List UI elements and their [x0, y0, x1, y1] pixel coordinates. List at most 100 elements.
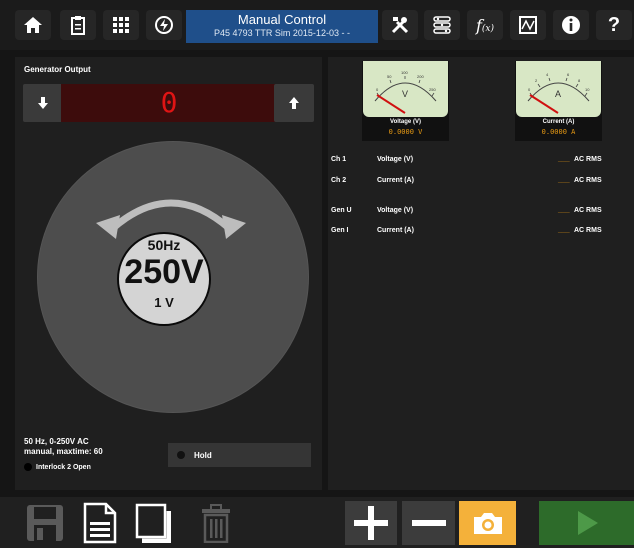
channel-row: Ch 1 Voltage (V) ___ AC RMS	[328, 156, 634, 168]
waveform-icon	[519, 16, 537, 34]
decrease-button[interactable]	[23, 84, 63, 122]
waveform-button[interactable]	[510, 10, 546, 40]
voltage-meter-label: Voltage (V)	[390, 119, 421, 125]
document-button[interactable]	[79, 501, 120, 545]
save-icon	[26, 505, 63, 541]
current-scale-5: 10	[585, 87, 590, 92]
increase-button[interactable]	[274, 84, 314, 122]
voltage-needle	[376, 94, 406, 114]
generator-info: 50 Hz, 0-250V AC manual, maxtime: 60	[24, 437, 103, 457]
minus-icon	[411, 520, 446, 526]
page-subtitle: P45 4793 TTR Sim 2015-12-03 - -	[214, 28, 350, 38]
voltage-meter-face: 0 50 100 200 250 V	[363, 61, 448, 117]
camera-icon	[473, 513, 502, 534]
output-display: 0	[61, 84, 277, 122]
info-line-1: 50 Hz, 0-250V AC	[24, 437, 89, 446]
channel-unit: AC RMS	[574, 207, 602, 214]
hold-indicator	[177, 451, 185, 459]
function-button[interactable]: f(x)	[467, 10, 503, 40]
clipboard-button[interactable]	[60, 10, 96, 40]
generator-output-label: Generator Output	[24, 65, 91, 74]
info-button[interactable]	[553, 10, 589, 40]
channel-value: ___	[558, 177, 570, 184]
channel-quantity: Current (A)	[377, 227, 414, 234]
title-box: Manual Control P45 4793 TTR Sim 2015-12-…	[186, 10, 378, 43]
power-icon	[155, 16, 173, 34]
voltage-meter-value: 0.0000 V	[388, 128, 423, 136]
top-toolbar: Manual Control P45 4793 TTR Sim 2015-12-…	[0, 0, 634, 50]
grid-icon	[113, 17, 129, 33]
hold-label: Hold	[194, 450, 212, 460]
page-title: Manual Control	[237, 12, 327, 27]
current-meter-label: Current (A)	[542, 119, 575, 125]
delete-button[interactable]	[195, 501, 236, 545]
help-button[interactable]: ?	[596, 10, 632, 40]
home-icon	[24, 17, 42, 33]
channel-row: Gen I Current (A) ___ AC RMS	[328, 227, 634, 239]
info-icon	[562, 16, 580, 34]
channel-id: Ch 1	[331, 156, 347, 163]
clipboard-icon	[71, 16, 85, 35]
arrow-down-icon	[38, 97, 48, 109]
knob-voltage: 250V	[124, 253, 204, 291]
channel-value: ___	[558, 156, 570, 163]
voltage-scale-2: 100	[401, 70, 408, 75]
settings-list-icon	[433, 16, 451, 34]
home-button[interactable]	[15, 10, 51, 40]
current-scale-1: 2	[535, 78, 538, 83]
grid-button[interactable]	[103, 10, 139, 40]
function-icon: f(x)	[476, 16, 494, 35]
channel-quantity: Voltage (V)	[377, 156, 414, 163]
current-meter: 0 2 4 6 8 10 A Current (A) 0.0000 A	[515, 61, 602, 141]
interlock-status: Interlock 2 Open	[24, 463, 91, 471]
knob-readout: 50Hz 250V 1 V	[117, 232, 211, 326]
channel-id: Gen U	[331, 207, 352, 214]
current-meter-face: 0 2 4 6 8 10 A	[516, 61, 601, 117]
voltage-scale-4: 250	[429, 87, 436, 92]
channel-row: Ch 2 Current (A) ___ AC RMS	[328, 177, 634, 189]
channel-id: Ch 2	[331, 177, 347, 184]
current-scale-0: 0	[528, 87, 531, 92]
current-scale-2: 4	[546, 72, 549, 77]
channel-row: Gen U Voltage (V) ___ AC RMS	[328, 207, 634, 219]
voltage-scale-0: 0	[376, 87, 379, 92]
play-icon	[577, 511, 598, 535]
voltage-meter: 0 50 100 200 250 V Voltage (V) 0.0000 V	[362, 61, 449, 141]
arrow-up-icon	[289, 97, 299, 109]
tools-button[interactable]	[382, 10, 418, 40]
save-button[interactable]	[24, 501, 65, 545]
power-button[interactable]	[146, 10, 182, 40]
current-needle	[529, 94, 559, 114]
voltage-unit: V	[402, 89, 408, 99]
knob-frequency: 50Hz	[147, 237, 181, 253]
channel-quantity: Current (A)	[377, 177, 414, 184]
add-button[interactable]	[345, 501, 397, 545]
voltage-scale-1: 50	[387, 74, 392, 79]
channel-unit: AC RMS	[574, 227, 602, 234]
hold-button[interactable]: Hold	[168, 443, 311, 467]
current-gauge: 0 2 4 6 8 10 A	[527, 72, 590, 114]
bottom-toolbar	[0, 497, 634, 548]
knob-step: 1 V	[154, 295, 174, 310]
camera-button[interactable]	[459, 501, 516, 545]
play-button[interactable]	[539, 501, 634, 545]
interlock-indicator	[24, 463, 32, 471]
channel-id: Gen I	[331, 227, 349, 234]
document-icon	[83, 502, 116, 544]
plus-icon	[354, 506, 388, 540]
current-scale-4: 8	[578, 78, 581, 83]
channel-unit: AC RMS	[574, 177, 602, 184]
voltage-scale-3: 200	[417, 74, 424, 79]
voltage-gauge: 0 50 100 200 250 V	[374, 70, 436, 114]
interlock-label: Interlock 2 Open	[36, 463, 91, 471]
channel-quantity: Voltage (V)	[377, 207, 414, 214]
settings-list-button[interactable]	[424, 10, 460, 40]
current-meter-value: 0.0000 A	[541, 128, 576, 136]
generator-panel: Generator Output 0 50Hz 250V 1 V 50 Hz, …	[15, 57, 322, 490]
channel-unit: AC RMS	[574, 156, 602, 163]
channel-value: ___	[558, 207, 570, 214]
subtract-button[interactable]	[402, 501, 455, 545]
copy-icon	[135, 503, 171, 543]
info-line-2: manual, maxtime: 60	[24, 447, 103, 456]
copy-button[interactable]	[132, 501, 173, 545]
